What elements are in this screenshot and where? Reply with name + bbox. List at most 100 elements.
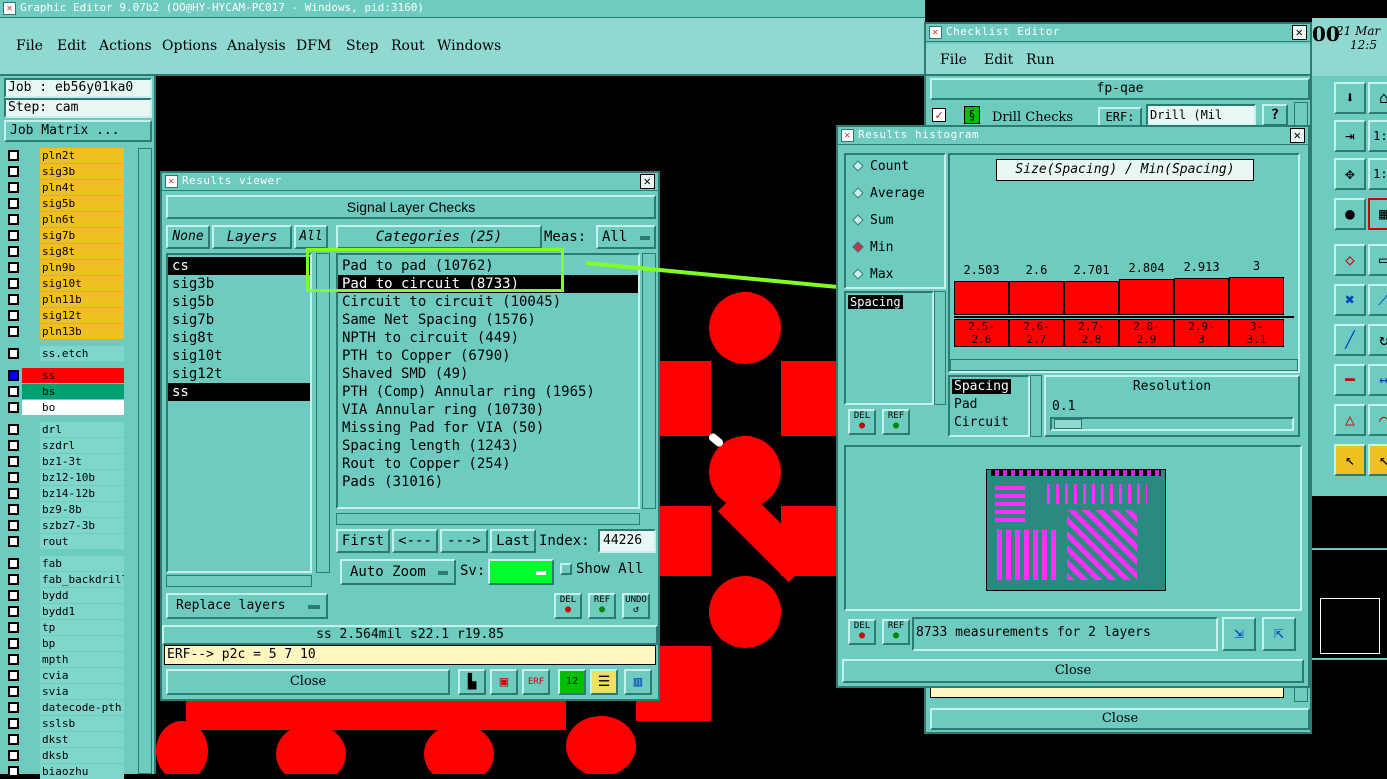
close-icon[interactable]: ✕	[1290, 128, 1305, 143]
erf-icon[interactable]: ERF	[522, 669, 550, 695]
delete-button[interactable]: DEL ●	[848, 619, 876, 645]
delete-button[interactable]: DEL ●	[554, 593, 582, 619]
layer-results-hscroll[interactable]	[166, 575, 312, 587]
layer-checkbox[interactable]	[8, 386, 19, 397]
layer-checkbox[interactable]	[8, 702, 19, 713]
layer-checkbox[interactable]	[8, 440, 19, 451]
import-icon[interactable]: ⇥	[1334, 120, 1366, 152]
layer-checkbox[interactable]	[8, 504, 19, 515]
histogram-bar[interactable]	[1064, 281, 1119, 315]
measure-icon[interactable]: 1:1	[1368, 158, 1387, 190]
spacing-list-scrollbar[interactable]	[934, 291, 946, 405]
cross-icon[interactable]: ✖	[1334, 284, 1366, 316]
layer-row[interactable]: bz9-8b	[6, 502, 124, 517]
ruler-icon[interactable]: ▭	[1368, 244, 1387, 276]
delete-button[interactable]: DEL ●	[848, 409, 876, 435]
probe-icon[interactable]: ●	[1334, 198, 1366, 230]
mode-count[interactable]: Count	[852, 157, 909, 177]
menu-edit[interactable]: Edit	[57, 38, 86, 54]
bin-label[interactable]: 2.8- 2.9	[1119, 319, 1174, 347]
layer-result-item[interactable]: sig7b	[168, 311, 310, 329]
layer-checkbox[interactable]	[8, 520, 19, 531]
line-icon[interactable]: ⟋	[1368, 284, 1387, 316]
layer-row[interactable]: svia	[6, 684, 124, 699]
layer-row[interactable]: bz12-10b	[6, 470, 124, 485]
layer-checkbox[interactable]	[8, 278, 19, 289]
mode-sum[interactable]: Sum	[852, 211, 893, 231]
layer-row[interactable]: pln6t	[6, 212, 124, 227]
layer-row[interactable]: szbz7-3b	[6, 518, 124, 533]
mode-min[interactable]: Min	[852, 238, 893, 258]
layer-checkbox[interactable]	[8, 246, 19, 257]
undo-button[interactable]: UNDO ↺	[622, 593, 650, 619]
layer-row[interactable]: cvia	[6, 668, 124, 683]
checklist-menu-file[interactable]: File	[940, 52, 967, 68]
layer-row[interactable]: drl	[6, 422, 124, 437]
none-button[interactable]: None	[166, 225, 210, 249]
select-icon[interactable]: ↖	[1368, 444, 1387, 476]
layer-checkbox[interactable]	[8, 348, 19, 359]
layer-row[interactable]: mpth	[6, 652, 124, 667]
export-icon[interactable]: ⇲	[1222, 617, 1256, 651]
first-button[interactable]: First	[336, 529, 390, 553]
arc-icon[interactable]: ⌒	[1368, 404, 1387, 436]
show-all-checkbox[interactable]	[560, 563, 572, 575]
layer-result-item[interactable]: sig5b	[168, 293, 310, 311]
histogram-bar[interactable]	[1229, 277, 1284, 315]
layer-result-item[interactable]: ss	[168, 383, 310, 401]
checklist-close-button[interactable]: Close	[930, 708, 1310, 730]
layer-row[interactable]: pln4t	[6, 180, 124, 195]
layer-row[interactable]: szdrl	[6, 438, 124, 453]
category-item[interactable]: PTH to Copper (6790)	[338, 347, 638, 365]
layer-row[interactable]: fab_backdrill	[6, 572, 124, 587]
layer-row[interactable]: bo	[6, 400, 124, 415]
layer-checkbox[interactable]	[8, 606, 19, 617]
menu-file[interactable]: File	[16, 38, 43, 54]
layer-row[interactable]: sig5b	[6, 196, 124, 211]
layer-checkbox[interactable]	[8, 424, 19, 435]
menu-step[interactable]: Step	[346, 38, 378, 54]
layer-row[interactable]: tp	[6, 620, 124, 635]
layer-checkbox[interactable]	[8, 638, 19, 649]
layer-row[interactable]: sig3b	[6, 164, 124, 179]
category-item[interactable]: Rout to Copper (254)	[338, 455, 638, 473]
layer-row[interactable]: fab	[6, 556, 124, 571]
report-icon[interactable]: ▣	[490, 669, 518, 695]
layer-result-item[interactable]: sig12t	[168, 365, 310, 383]
category-item[interactable]: Same Net Spacing (1576)	[338, 311, 638, 329]
layer-row[interactable]: datecode-pth	[6, 700, 124, 715]
layer-checkbox[interactable]	[8, 150, 19, 161]
meas-option[interactable]: All	[596, 225, 656, 249]
layer-row[interactable]: bz1-3t	[6, 454, 124, 469]
layer-row[interactable]: sig10t	[6, 276, 124, 291]
home-icon[interactable]: ⌂	[1368, 82, 1387, 114]
layer-checkbox[interactable]	[8, 456, 19, 467]
checklist-menu-edit[interactable]: Edit	[984, 52, 1013, 68]
layer-row[interactable]: bydd1	[6, 604, 124, 619]
layer-checkbox[interactable]	[8, 310, 19, 321]
layer-checkbox[interactable]	[8, 198, 19, 209]
layer-result-item[interactable]: sig8t	[168, 329, 310, 347]
category-item[interactable]: VIA Annular ring (10730)	[338, 401, 638, 419]
pan-icon[interactable]: ✥	[1334, 158, 1366, 190]
histogram-bar[interactable]	[1174, 278, 1229, 315]
layer-checkbox[interactable]	[8, 370, 19, 381]
checklist-menu-run[interactable]: Run	[1026, 52, 1055, 68]
layer-checkbox[interactable]	[8, 472, 19, 483]
layer-results-scrollbar[interactable]	[316, 253, 330, 573]
layer-checkbox[interactable]	[8, 686, 19, 697]
layer-row[interactable]: bydd	[6, 588, 124, 603]
layer-checkbox[interactable]	[8, 262, 19, 273]
bin-label[interactable]: 2.9- 3	[1174, 319, 1229, 347]
layer-result-item[interactable]: sig10t	[168, 347, 310, 365]
measure-type-item[interactable]: Circuit	[954, 415, 1009, 430]
reference-button[interactable]: REF ●	[882, 409, 910, 435]
resolution-slider[interactable]	[1050, 417, 1294, 431]
close-icon[interactable]: ✕	[640, 174, 655, 189]
category-item[interactable]: Spacing length (1243)	[338, 437, 638, 455]
histogram-icon[interactable]: ▥	[624, 669, 652, 695]
layer-row[interactable]: biaozhu	[6, 764, 124, 779]
erf-value[interactable]: Drill (Mil	[1146, 104, 1256, 126]
rotate-icon[interactable]: ↻	[1368, 324, 1387, 356]
histogram-bar[interactable]	[954, 281, 1009, 315]
